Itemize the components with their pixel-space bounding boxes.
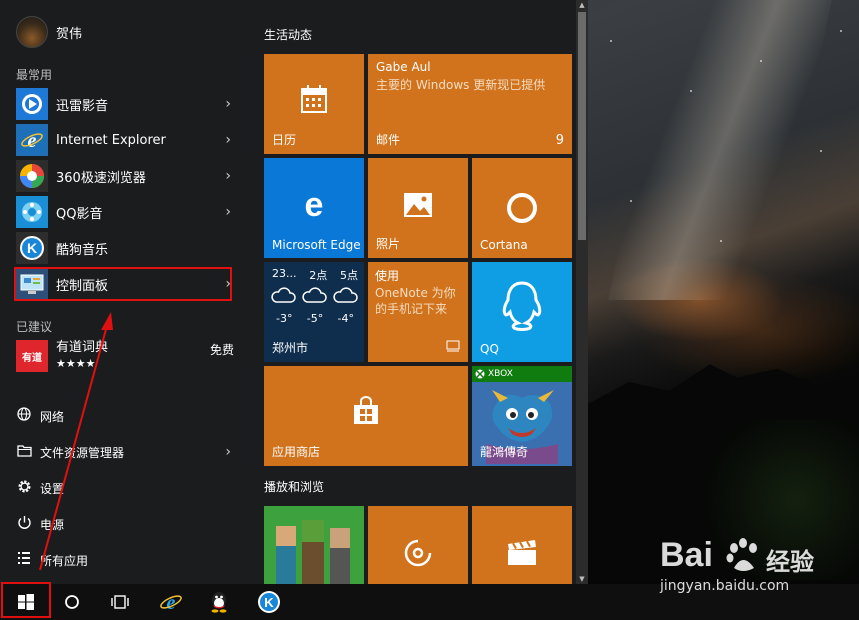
tile-label: Cortana (480, 238, 528, 252)
weather-hour: 5点 (340, 269, 358, 282)
tile-groove-music[interactable] (368, 506, 468, 584)
store-bag-icon (264, 396, 468, 430)
tile-photos[interactable]: 照片 (368, 158, 468, 258)
tile-label: 日历 (272, 133, 297, 147)
taskbar-ie-button[interactable]: e (154, 584, 188, 620)
annotation-highlight-start (1, 582, 51, 618)
watermark-brand: Bai (660, 536, 713, 574)
svg-text:K: K (264, 595, 274, 610)
cortana-search-button[interactable] (56, 584, 88, 620)
weather-temp: -3° (276, 312, 293, 325)
watermark-url: jingyan.baidu.com (660, 578, 790, 594)
weather-hour: 23... (272, 267, 297, 280)
tiles-area: 生活动态 日历 Gabe Aul 主要的 Windows 更新现已提供 邮件 9… (245, 0, 588, 584)
baidu-paw-icon (726, 538, 757, 571)
cloud-icon (302, 287, 327, 303)
tile-label: 照片 (376, 237, 401, 251)
tile-movies-tv[interactable] (472, 506, 572, 584)
weather-temp: -4° (337, 312, 354, 325)
cloud-icon (333, 287, 358, 303)
tile-game-characters[interactable] (264, 506, 364, 584)
tile-xbox-game[interactable]: XBOX 龍鴻傳奇 (472, 366, 572, 466)
tiles-scrollbar[interactable]: ▲ ▼ (576, 0, 588, 584)
group-title-life: 生活动态 (264, 28, 313, 42)
xbox-logo-icon (475, 369, 485, 379)
calendar-icon (264, 84, 364, 118)
clapperboard-icon (472, 540, 572, 570)
wallpaper-milky-way (608, 0, 832, 300)
tile-label: Microsoft Edge (272, 238, 361, 252)
start-left-column: 贺伟 最常用 迅雷影音 › e Internet Explorer › 360极… (0, 0, 245, 584)
svg-text:e: e (305, 188, 324, 220)
taskbar-kugou-button[interactable]: K (252, 584, 286, 620)
task-view-icon (111, 595, 129, 609)
ie-icon: e (160, 592, 182, 614)
start-menu: 贺伟 最常用 迅雷影音 › e Internet Explorer › 360极… (0, 0, 588, 584)
weather-temps: -3° -5° -4° (276, 312, 364, 325)
qq-penguin-icon (472, 280, 572, 336)
onenote-line1: OneNote 为你 (375, 286, 456, 300)
tile-onenote[interactable]: 使用 OneNote 为你 的手机记下来 (368, 262, 468, 362)
scroll-up-arrow-icon[interactable]: ▲ (578, 1, 586, 9)
groove-music-icon (368, 538, 468, 572)
scrollbar-thumb[interactable] (578, 12, 586, 240)
scroll-down-arrow-icon[interactable]: ▼ (578, 575, 586, 583)
mail-unread-count: 9 (555, 133, 564, 148)
edge-icon: e (264, 186, 364, 224)
weather-icons (270, 286, 364, 304)
tile-store[interactable]: 应用商店 (264, 366, 468, 466)
weather-city: 郑州市 (272, 341, 309, 355)
group-title-play: 播放和浏览 (264, 480, 325, 494)
cortana-circle-icon (65, 595, 79, 609)
tile-weather[interactable]: 23... 2点 5点 -3° -5° -4° 郑州市 (264, 262, 364, 362)
taskbar-qq-button[interactable] (202, 584, 236, 620)
tile-label: 龍鴻傳奇 (480, 445, 529, 459)
onenote-line2: 的手机记下来 (375, 302, 448, 316)
kugou-icon: K (258, 591, 280, 613)
cloud-icon (271, 287, 296, 303)
tile-calendar[interactable]: 日历 (264, 54, 364, 154)
mail-subject: 主要的 Windows 更新现已提供 (376, 78, 546, 92)
watermark-brand-suffix: 经验 (766, 548, 814, 576)
cortana-icon (472, 191, 572, 229)
qq-penguin-icon (211, 592, 227, 613)
tile-label: 应用商店 (272, 445, 321, 459)
onenote-title: 使用 (375, 269, 400, 283)
tile-microsoft-edge[interactable]: e Microsoft Edge (264, 158, 364, 258)
onenote-badge-icon (446, 337, 460, 356)
weather-hour: 2点 (309, 269, 328, 282)
game-characters-artwork (264, 506, 364, 584)
tile-cortana[interactable]: Cortana (472, 158, 572, 258)
annotation-arrow (39, 312, 113, 571)
weather-temp: -5° (306, 312, 324, 325)
svg-text:e: e (167, 592, 176, 614)
baidu-jingyan-watermark: Bai 经验 jingyan.baidu.com (656, 530, 856, 602)
tile-mail[interactable]: Gabe Aul 主要的 Windows 更新现已提供 邮件 9 (368, 54, 572, 154)
photos-icon (368, 192, 468, 222)
task-view-button[interactable] (104, 584, 136, 620)
tile-qq[interactable]: QQ (472, 262, 572, 362)
mail-sender: Gabe Aul (376, 60, 431, 74)
weather-hours: 23... 2点 5点 (272, 267, 364, 283)
tile-label: 邮件 (376, 133, 401, 147)
xbox-badge: XBOX (472, 366, 572, 382)
tile-label: QQ (480, 342, 499, 356)
